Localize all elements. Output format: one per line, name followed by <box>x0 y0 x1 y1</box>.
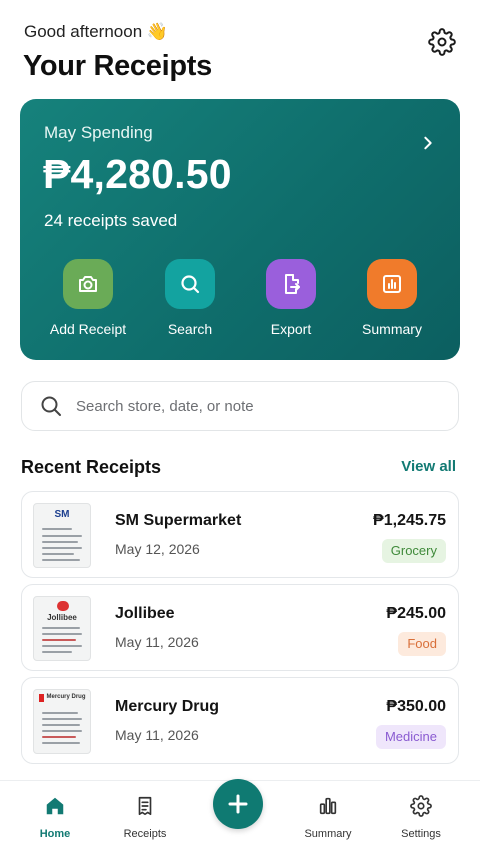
export-button[interactable]: Export <box>246 259 336 337</box>
receipt-date: May 11, 2026 <box>115 634 199 650</box>
gear-icon <box>428 28 456 56</box>
jollibee-mascot-icon <box>57 601 69 611</box>
search-action-label: Search <box>167 321 213 337</box>
thumb-logo: Jollibee <box>47 613 77 622</box>
receipt-icon <box>105 793 185 819</box>
search-icon <box>38 393 64 419</box>
export-label: Export <box>270 321 312 337</box>
add-receipt-button[interactable]: Add Receipt <box>43 259 133 337</box>
bar-chart-icon <box>288 793 368 819</box>
chevron-right-icon[interactable] <box>417 132 439 154</box>
nav-label-summary: Summary <box>304 828 352 840</box>
nav-label-receipts: Receipts <box>123 828 167 840</box>
nav-label-settings: Settings <box>401 828 441 840</box>
receipt-thumbnail: Jollibee <box>33 596 91 661</box>
store-name: Mercury Drug <box>115 698 220 715</box>
camera-icon <box>63 259 113 309</box>
export-file-icon <box>266 259 316 309</box>
search-icon <box>165 259 215 309</box>
receipt-amount: ₱245.00 <box>386 605 446 622</box>
receipt-card[interactable]: SM SM Supermarket May 12, 2026 ₱1,245.75… <box>21 491 459 578</box>
settings-button[interactable] <box>426 26 458 58</box>
bottom-navigation: Home Receipts Summary Settings <box>0 779 480 853</box>
category-badge: Grocery <box>381 539 446 563</box>
summary-label: Summary <box>362 321 422 337</box>
search-input[interactable]: Search store, date, or note <box>21 381 459 431</box>
receipt-date: May 12, 2026 <box>115 541 200 557</box>
nav-label-home: Home <box>39 828 71 840</box>
summary-button[interactable]: Summary <box>347 259 437 337</box>
receipt-card[interactable]: Mercury Drug Mercury Drug May 11, 2026 ₱… <box>21 677 459 764</box>
page-title: Your Receipts <box>23 50 212 82</box>
bar-chart-icon <box>367 259 417 309</box>
nav-item-settings[interactable]: Settings <box>381 793 461 840</box>
search-action-button[interactable]: Search <box>145 259 235 337</box>
add-receipt-fab[interactable] <box>213 779 263 829</box>
greeting-text: Good afternoon 👋 <box>24 22 168 42</box>
nav-item-home[interactable]: Home <box>15 793 95 840</box>
receipt-amount: ₱350.00 <box>386 698 446 715</box>
receipt-date: May 11, 2026 <box>115 727 199 743</box>
spending-amount: ₱4,280.50 <box>43 151 232 197</box>
gear-icon <box>381 793 461 819</box>
plus-icon <box>228 794 248 814</box>
recent-receipts-heading: Recent Receipts <box>21 457 162 477</box>
monthly-spending-card[interactable]: May Spending ₱4,280.50 24 receipts saved… <box>20 99 460 360</box>
nav-item-summary[interactable]: Summary <box>288 793 368 840</box>
greeting-label: Good afternoon <box>24 22 143 41</box>
receipt-count: 24 receipts saved <box>44 211 178 230</box>
category-badge: Medicine <box>375 725 446 749</box>
spending-label: May Spending <box>44 123 153 142</box>
receipt-amount: ₱1,245.75 <box>373 512 446 529</box>
view-all-link[interactable]: View all <box>401 458 456 475</box>
nav-item-receipts[interactable]: Receipts <box>105 793 185 840</box>
add-receipt-label: Add Receipt <box>49 321 127 337</box>
store-name: Jollibee <box>115 605 175 622</box>
receipt-card[interactable]: Jollibee Jollibee May 11, 2026 ₱245.00 F… <box>21 584 459 671</box>
wave-emoji: 👋 <box>146 22 169 41</box>
search-placeholder: Search store, date, or note <box>76 397 254 415</box>
store-name: SM Supermarket <box>115 512 242 529</box>
receipt-thumbnail: Mercury Drug <box>33 689 91 754</box>
home-icon <box>15 793 95 819</box>
receipt-thumbnail: SM <box>33 503 91 568</box>
thumb-logo: SM <box>54 509 70 520</box>
thumb-logo: Mercury Drug <box>46 694 86 700</box>
category-badge: Food <box>398 632 446 656</box>
